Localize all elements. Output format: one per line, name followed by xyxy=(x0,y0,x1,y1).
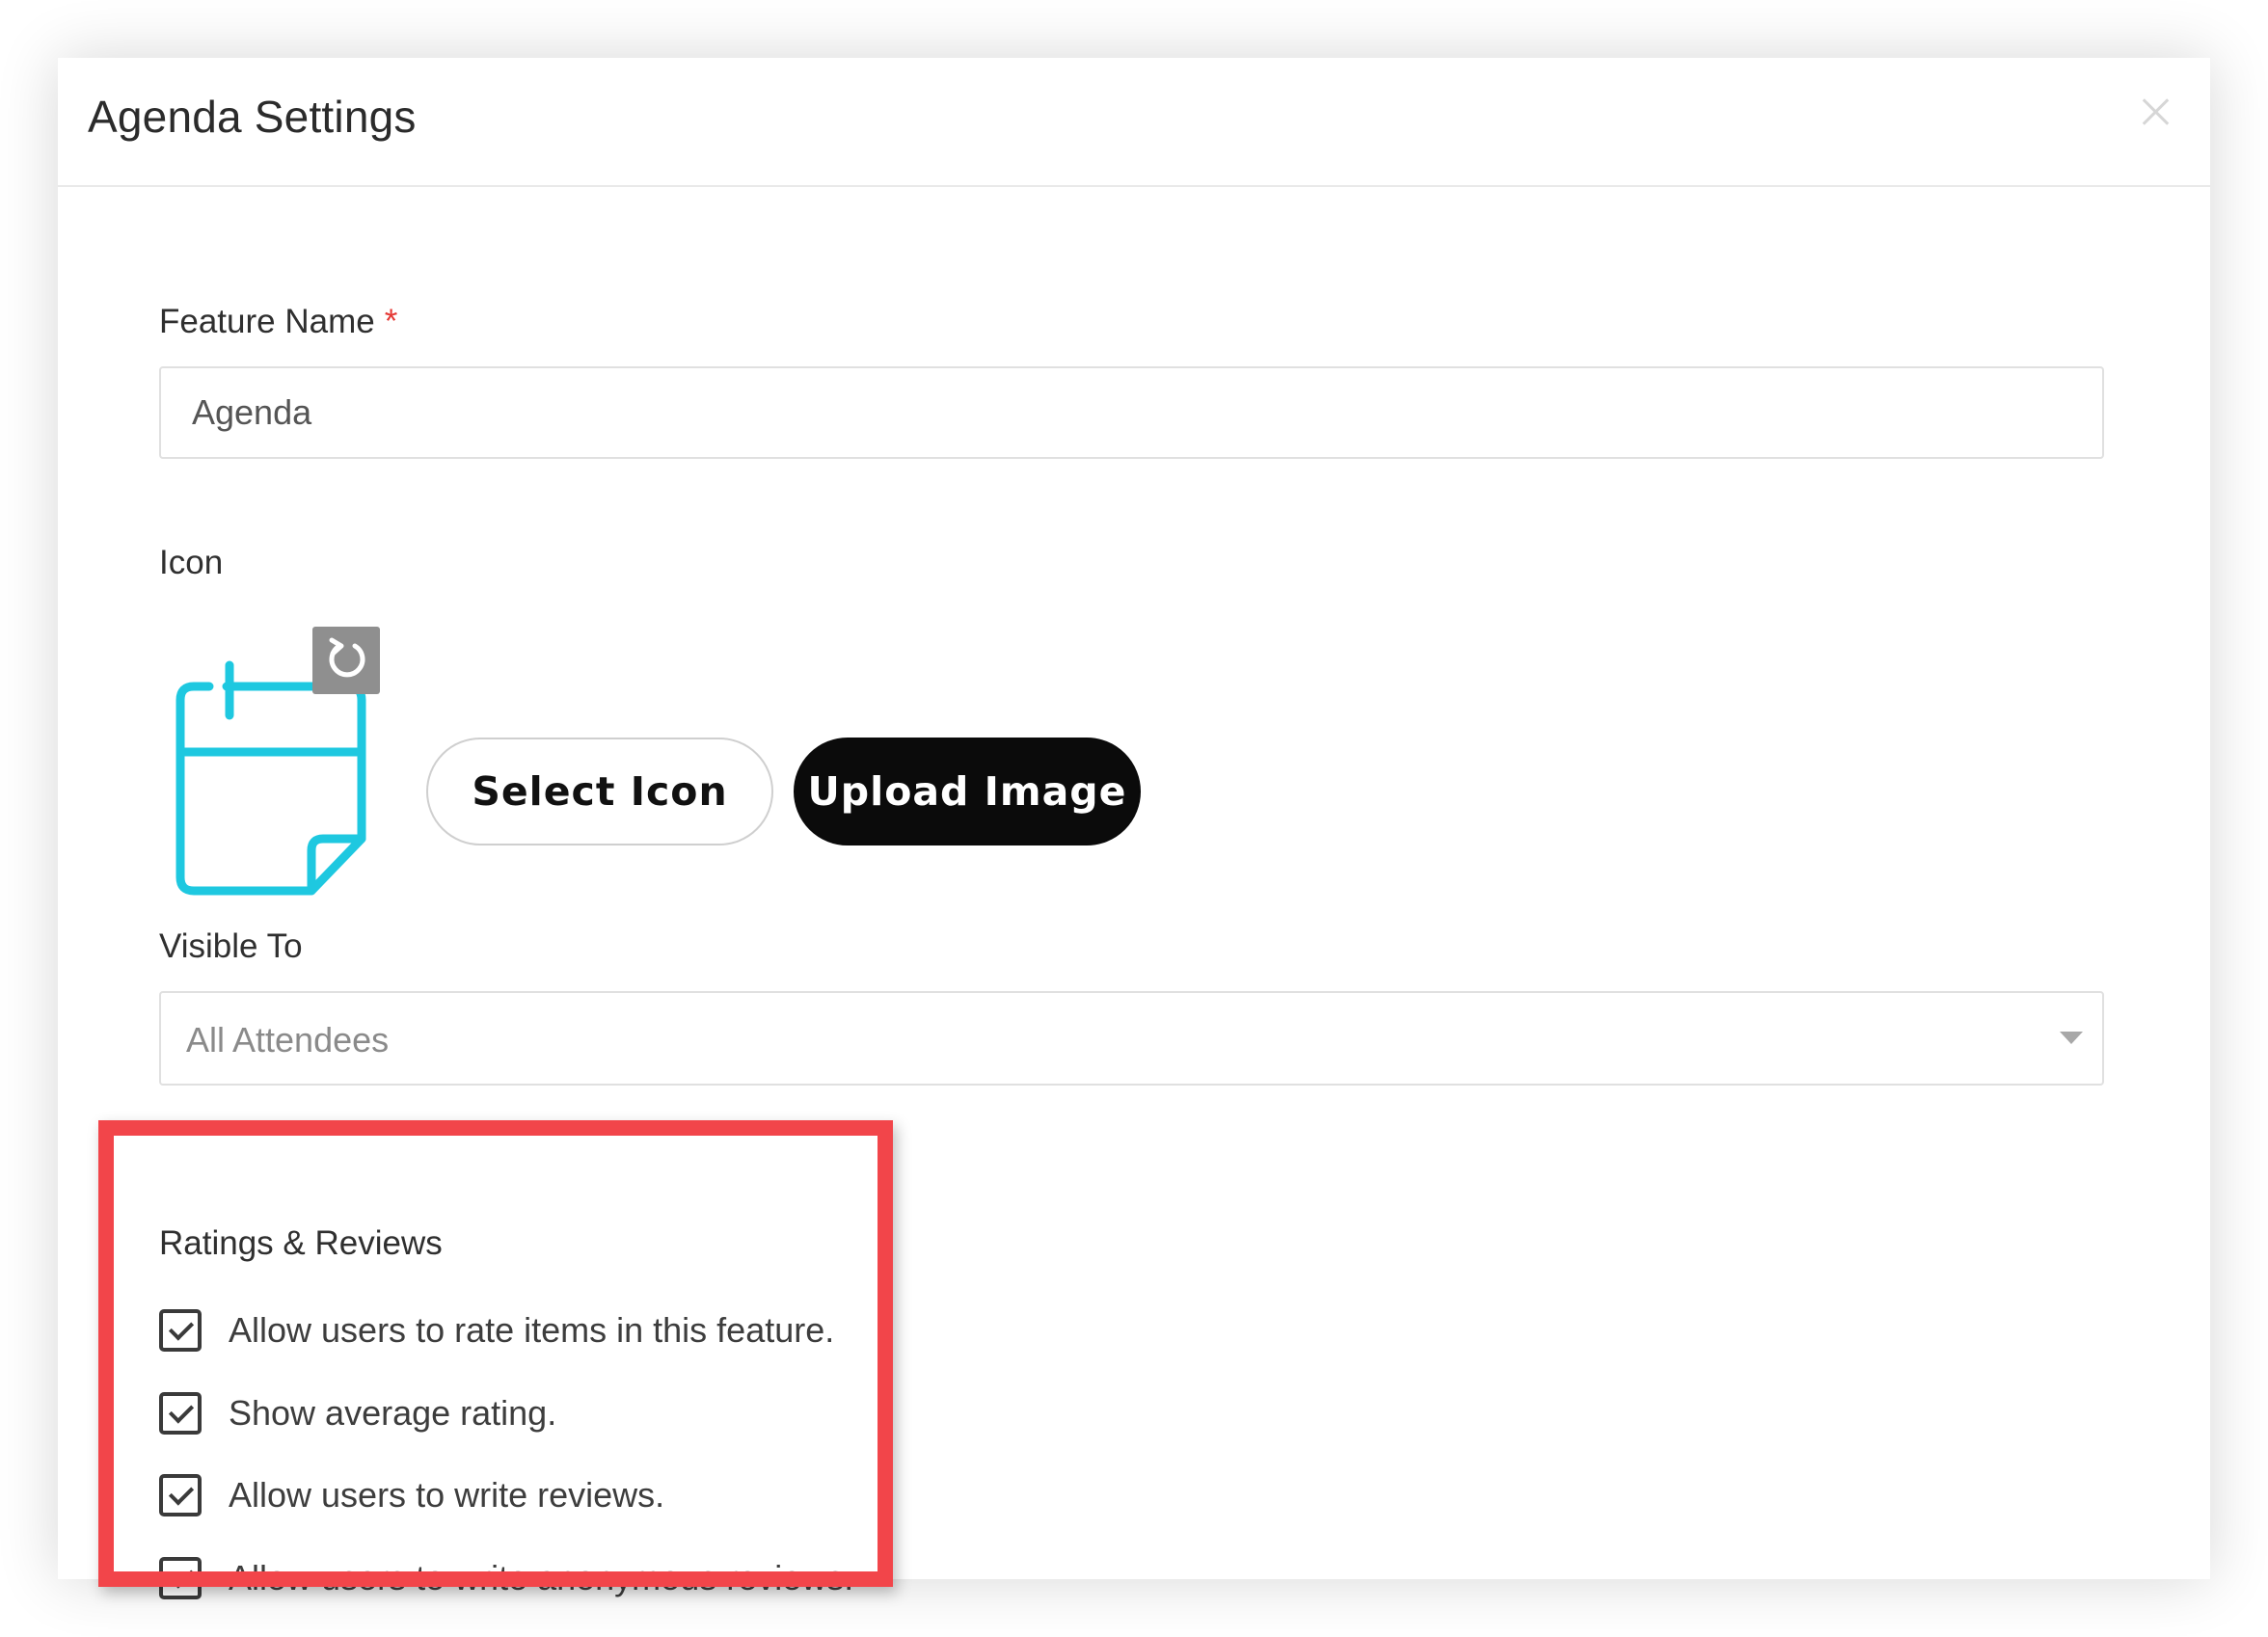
reset-icon[interactable] xyxy=(312,627,380,694)
select-icon-button[interactable]: Select Icon xyxy=(426,738,773,845)
feature-name-label: Feature Name * xyxy=(159,303,397,341)
page-background: Agenda Settings Feature Name* Icon Selec… xyxy=(0,0,2268,1637)
anonymous-reviews-checkbox[interactable] xyxy=(159,1557,202,1599)
rate-items-label: Allow users to rate items in this featur… xyxy=(229,1310,835,1350)
anonymous-reviews-option[interactable]: Allow users to write anonymous reviews. xyxy=(159,1549,853,1607)
feature-name-input[interactable] xyxy=(159,366,2104,459)
visible-to-select[interactable]: All Attendees xyxy=(159,991,2104,1086)
rate-items-option[interactable]: Allow users to rate items in this featur… xyxy=(159,1302,834,1359)
write-reviews-option[interactable]: Allow users to write reviews. xyxy=(159,1466,664,1524)
calendar-icon[interactable] xyxy=(159,625,448,904)
anonymous-reviews-label: Allow users to write anonymous reviews. xyxy=(229,1558,854,1597)
rate-items-checkbox[interactable] xyxy=(159,1309,202,1352)
required-marker: * xyxy=(384,303,398,340)
write-reviews-label: Allow users to write reviews. xyxy=(229,1475,665,1515)
icon-label: Icon xyxy=(159,544,224,581)
visible-to-label: Visible To xyxy=(159,927,303,965)
chevron-down-icon xyxy=(2060,1032,2083,1044)
write-reviews-checkbox[interactable] xyxy=(159,1474,202,1516)
feature-name-label-text: Feature Name xyxy=(159,303,375,340)
settings-modal: Agenda Settings Feature Name* Icon Selec… xyxy=(58,58,2210,1599)
modal-header: Agenda Settings xyxy=(58,58,2210,187)
visible-to-selected-value: All Attendees xyxy=(186,1020,390,1060)
reset-arrow-icon xyxy=(329,637,365,678)
average-rating-option[interactable]: Show average rating. xyxy=(159,1384,556,1442)
ratings-reviews-title: Ratings & Reviews xyxy=(159,1224,443,1262)
close-icon[interactable] xyxy=(2135,91,2177,133)
average-rating-checkbox[interactable] xyxy=(159,1392,202,1435)
upload-image-button[interactable]: Upload Image xyxy=(794,738,1141,845)
modal-title: Agenda Settings xyxy=(88,92,417,142)
average-rating-label: Show average rating. xyxy=(229,1393,557,1433)
